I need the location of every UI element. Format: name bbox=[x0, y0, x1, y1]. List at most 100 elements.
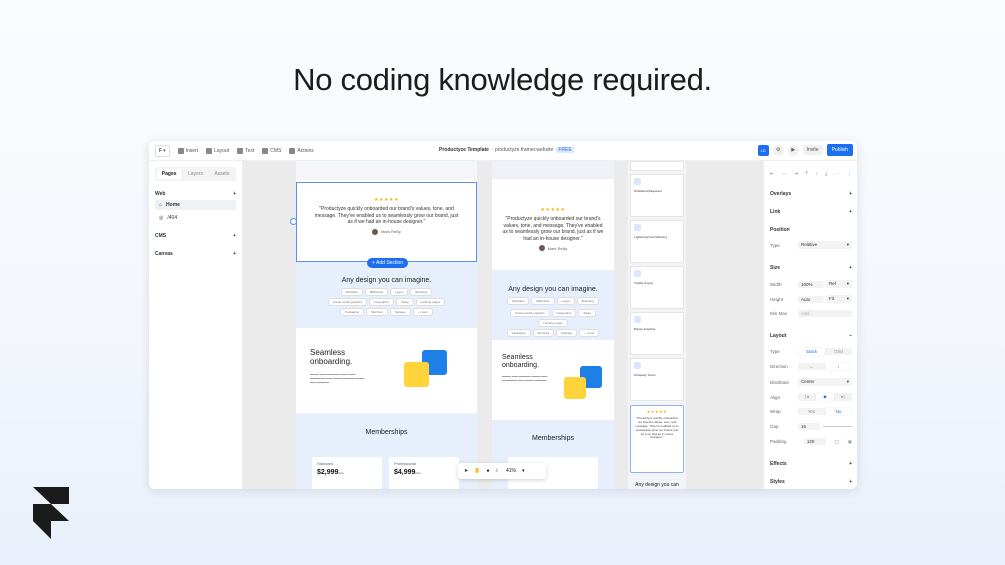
feature-card-unlimited[interactable]: Unlimited Requests bbox=[630, 174, 684, 217]
feature-card-unique[interactable]: Uniquely Yours bbox=[630, 358, 684, 401]
padding-row: Padding 120 ▢ ▣ bbox=[770, 438, 852, 445]
plus-icon bbox=[177, 147, 184, 154]
design-section[interactable]: Any design you can imagine. Websites Bill… bbox=[296, 262, 477, 328]
onboarding-title: Seamless onboarding. bbox=[310, 348, 353, 366]
text-button[interactable]: Text bbox=[237, 147, 254, 154]
onboarding-title: Seamless onboarding. bbox=[502, 354, 539, 369]
add-icon[interactable]: + bbox=[849, 479, 852, 485]
tab-assets[interactable]: Assets bbox=[210, 169, 234, 179]
feature-card-lightning[interactable]: Lightning Fast Delivery bbox=[630, 220, 684, 263]
align-toggle[interactable]: |◂ ◆ ▸| bbox=[798, 393, 852, 401]
page-item-404[interactable]: ◎/404 bbox=[155, 213, 236, 223]
page-item-home[interactable]: ⌂ Home bbox=[155, 200, 236, 210]
padding-sides-icon[interactable]: ▣ bbox=[848, 439, 852, 445]
design-heading: Any design you can imagine. bbox=[508, 286, 598, 293]
padding-uniform-icon[interactable]: ▢ bbox=[835, 439, 839, 445]
onboarding-section[interactable]: Seamless onboarding. ▬▬▬ ▬▬ ▬▬▬▬ ▬▬▬ ▬▬ ▬… bbox=[492, 340, 614, 420]
add-icon[interactable]: + bbox=[849, 191, 852, 197]
zoom-level[interactable]: 41% bbox=[506, 468, 516, 474]
align-start-icon[interactable]: |◂ bbox=[798, 393, 816, 401]
distribute-select[interactable]: Center ▾ bbox=[798, 378, 852, 386]
align-top-icon[interactable]: ⤒ bbox=[806, 171, 808, 177]
testimonial-card[interactable]: ★★★★★ "Productyze quickly onboarded our … bbox=[492, 207, 614, 251]
comment-icon[interactable]: ● bbox=[486, 468, 489, 474]
add-page-icon[interactable]: + bbox=[233, 191, 236, 197]
add-section-button[interactable]: + Add Section bbox=[367, 258, 409, 268]
minus-icon[interactable]: − bbox=[849, 333, 852, 339]
invite-button[interactable]: Invite bbox=[802, 145, 823, 155]
publish-button[interactable]: Publish bbox=[826, 144, 853, 156]
arrow-horizontal-icon[interactable]: ↔ bbox=[798, 363, 825, 370]
plan-card-standard[interactable]: Standard $2,999/mo bbox=[312, 457, 382, 489]
actions-button[interactable]: Actions bbox=[289, 147, 314, 154]
avatar[interactable]: LD bbox=[757, 144, 769, 156]
onboarding-section[interactable]: Seamless onboarding. ▬▬▬ ▬▬ ▬▬▬▬ ▬▬▬ ▬▬ ▬… bbox=[296, 328, 477, 413]
layout-type-toggle[interactable]: Stack Grid bbox=[798, 348, 852, 355]
hand-icon[interactable]: ✋ bbox=[474, 468, 480, 474]
plan-card-professional[interactable]: Professional $4,999/mo bbox=[389, 457, 459, 489]
feature-card-async[interactable]: Totally Async bbox=[630, 266, 684, 309]
layout-section[interactable]: Layout − bbox=[770, 333, 852, 339]
width-input[interactable]: 100% bbox=[798, 280, 824, 288]
moon-icon[interactable]: ☾ bbox=[495, 468, 499, 474]
add-icon[interactable]: + bbox=[849, 209, 852, 215]
testimonial-card-small[interactable]: ★★★★★ "Productyze quickly onboarded our … bbox=[630, 405, 684, 473]
position-type-row: Type Relative ▾ bbox=[770, 241, 852, 249]
design-section[interactable]: Any design you can imagine. Websites Bill… bbox=[492, 270, 614, 340]
insert-button[interactable]: Insert bbox=[177, 147, 198, 154]
main-menu-button[interactable]: F ▾ bbox=[155, 144, 170, 157]
width-unit-select[interactable]: Rel ▾ bbox=[826, 280, 852, 288]
framer-logo-icon bbox=[33, 487, 69, 539]
add-canvas-icon[interactable]: + bbox=[233, 251, 236, 257]
align-center-icon[interactable]: ◆ bbox=[816, 393, 834, 401]
pointer-icon[interactable]: ➤ bbox=[464, 468, 468, 474]
gap-input[interactable]: 16 bbox=[798, 423, 820, 430]
play-preview-icon[interactable]: ▶ bbox=[787, 144, 799, 156]
settings-gear-icon[interactable]: ⚙ bbox=[772, 144, 784, 156]
align-bottom-icon[interactable]: ⤓ bbox=[825, 171, 827, 177]
minmax-input[interactable]: Add... bbox=[798, 310, 852, 317]
section-canvas: Canvas + bbox=[155, 251, 236, 257]
tab-layers[interactable]: Layers bbox=[183, 169, 207, 179]
chevron-down-icon[interactable]: ▾ bbox=[522, 468, 525, 474]
rating-stars: ★★★★★ bbox=[540, 207, 566, 213]
direction-toggle[interactable]: ↔ ↕ bbox=[798, 363, 852, 370]
home-icon: ⌂ bbox=[159, 202, 163, 208]
size-section[interactable]: Size + bbox=[770, 265, 852, 271]
tab-pages[interactable]: Pages bbox=[157, 169, 182, 179]
distribute-v-icon[interactable]: ⋮ bbox=[847, 171, 852, 177]
position-type-select[interactable]: Relative ▾ bbox=[798, 241, 852, 249]
align-left-icon[interactable]: ⇤ bbox=[770, 171, 774, 177]
wrap-toggle[interactable]: Yes No bbox=[798, 408, 852, 415]
align-end-icon[interactable]: ▸| bbox=[834, 393, 852, 401]
align-middle-icon[interactable]: ↕ bbox=[815, 171, 818, 177]
feature-card-pause[interactable]: Pause Anytime bbox=[630, 312, 684, 355]
add-cms-icon[interactable]: + bbox=[233, 233, 236, 239]
height-input[interactable]: Auto bbox=[798, 295, 824, 303]
tablet-frame[interactable]: ★★★★★ "Productyze quickly onboarded our … bbox=[492, 161, 614, 489]
frame-top-strip bbox=[296, 161, 477, 180]
project-title[interactable]: Productyze Template · productyze.framer.… bbox=[439, 147, 574, 153]
minmax-row: Min Max Add... bbox=[770, 310, 852, 317]
align-right-icon[interactable]: ⇥ bbox=[794, 171, 798, 177]
padding-input[interactable]: 120 bbox=[803, 438, 826, 445]
resize-handle[interactable] bbox=[290, 218, 297, 225]
memberships-section[interactable]: Memberships Standard $2,999/mo Profession… bbox=[296, 413, 477, 489]
bolt-icon bbox=[289, 147, 296, 154]
canvas[interactable]: ★★★★★ "Productyze quickly onboarded our … bbox=[243, 161, 763, 489]
layout-type-row: Type Stack Grid bbox=[770, 348, 852, 355]
gap-slider[interactable] bbox=[823, 426, 852, 427]
arrow-vertical-icon[interactable]: ↕ bbox=[825, 363, 852, 370]
overlays-section[interactable]: Overlays + bbox=[770, 191, 852, 197]
cms-button[interactable]: CMS bbox=[262, 147, 281, 154]
link-section[interactable]: Link + bbox=[770, 209, 852, 215]
add-icon[interactable]: + bbox=[849, 265, 852, 271]
distribute-h-icon[interactable]: ⋯ bbox=[835, 171, 840, 177]
phone-frame[interactable]: Unlimited Requests Lightning Fast Delive… bbox=[628, 161, 686, 489]
align-center-icon[interactable]: ↔ bbox=[782, 171, 787, 177]
effects-section[interactable]: Effects + bbox=[770, 461, 852, 467]
add-icon[interactable]: + bbox=[849, 461, 852, 467]
height-unit-select[interactable]: Fit ▾ bbox=[826, 295, 852, 303]
styles-section[interactable]: Styles + bbox=[770, 479, 852, 485]
layout-button[interactable]: Layout bbox=[206, 147, 229, 154]
